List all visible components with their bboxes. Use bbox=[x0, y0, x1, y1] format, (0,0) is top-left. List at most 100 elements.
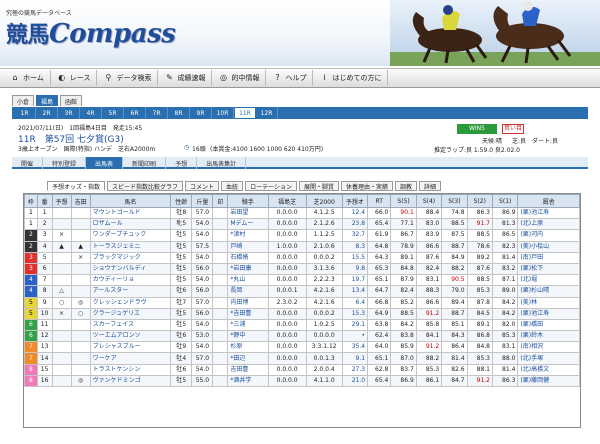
race-tab[interactable]: 8R bbox=[168, 107, 190, 119]
jockey-name[interactable]: 杉原 bbox=[227, 341, 269, 354]
view-tab[interactable]: 展開・脚質 bbox=[298, 181, 339, 191]
race-tab[interactable]: 4R bbox=[80, 107, 102, 119]
sub-tab[interactable]: 出馬表 bbox=[86, 157, 124, 169]
table-row[interactable]: 8 16 ◎ ヴァンケドミンゴ 牡5 55.0 *酒井学 0.0.0.0 4.1.1.0 21.0… bbox=[24, 374, 580, 388]
column-header[interactable]: 吉田 bbox=[70, 194, 91, 208]
jockey-name[interactable]: 石橋脩 bbox=[227, 251, 269, 264]
horse-name[interactable]: ブラックマジック bbox=[89, 251, 172, 264]
column-header[interactable]: S(4) bbox=[415, 194, 443, 208]
column-header[interactable]: S(2) bbox=[466, 194, 494, 208]
column-header[interactable]: 予想オ bbox=[341, 194, 369, 208]
horse-name[interactable]: ワーケア bbox=[89, 352, 172, 365]
column-header[interactable]: 番 bbox=[36, 194, 53, 208]
table-row[interactable]: 3 6 ショウナンバルディ 牡5 56.0 *岩田康 0.0.0.0 3.1.3.6 9.8 65… bbox=[24, 262, 580, 276]
nav-race[interactable]: ◐ レース bbox=[51, 70, 98, 86]
horse-name[interactable]: クレッシェンドラヴ bbox=[89, 296, 172, 309]
table-row[interactable]: 1 2 ロザムール 牝5 54.0 Mデムー 0.0.0.0 2.1.2.6 23.8 65.4 7… bbox=[24, 218, 580, 231]
trainer-name[interactable]: (南)戸田 bbox=[517, 251, 580, 264]
column-header[interactable]: 斤量 bbox=[191, 194, 214, 208]
trainer-name[interactable]: (北)堀 bbox=[517, 274, 580, 287]
column-header[interactable]: 枠 bbox=[24, 194, 38, 208]
horse-name[interactable]: ショウナンバルディ bbox=[89, 262, 172, 276]
jockey-name[interactable]: 吉田豊 bbox=[227, 363, 269, 376]
horse-name[interactable]: マウントゴールド bbox=[89, 206, 172, 220]
trainer-name[interactable]: (栗)池江寿 bbox=[517, 206, 580, 220]
race-tab[interactable]: 10R bbox=[212, 107, 234, 119]
table-row[interactable]: 7 13 ブレシャスブルー 牡9 54.0 杉原 0.0.0.0 3.3.1.12 35.4 64… bbox=[24, 341, 580, 354]
trainer-name[interactable]: (美)小桧山 bbox=[517, 240, 580, 253]
column-header[interactable]: 予想 bbox=[51, 194, 72, 208]
race-tab[interactable]: 7R bbox=[146, 107, 168, 119]
race-tab[interactable]: 1R bbox=[14, 107, 36, 119]
jockey-name[interactable]: *田辺 bbox=[227, 352, 269, 365]
view-tab[interactable]: ローテーション bbox=[245, 181, 297, 191]
race-tab[interactable]: 3R bbox=[58, 107, 80, 119]
trainer-name[interactable]: (北)高橋文 bbox=[517, 363, 580, 376]
jockey-name[interactable]: *丸山 bbox=[227, 274, 269, 287]
view-tab[interactable]: 血統 bbox=[221, 181, 244, 191]
horse-name[interactable]: ツーエムアロンソ bbox=[89, 330, 172, 343]
jockey-name[interactable]: *吉田豊 bbox=[227, 307, 269, 320]
nav-home[interactable]: ⌂ ホーム bbox=[4, 70, 51, 86]
jockey-name[interactable]: 内田博 bbox=[227, 296, 269, 309]
sub-tab[interactable]: 予想 bbox=[166, 157, 198, 169]
sub-tab[interactable]: 特別登録 bbox=[43, 157, 87, 169]
venue-tab[interactable]: 福島 bbox=[36, 95, 58, 106]
table-row[interactable]: 8 15 トラストケンシン 牡6 54.0 吉田豊 0.0.0.0 2.0.0.4 27.3 62… bbox=[24, 363, 580, 376]
column-header[interactable]: 芝2000 bbox=[305, 194, 343, 208]
column-header[interactable]: 印 bbox=[212, 194, 229, 208]
view-tab[interactable]: 休養理由・実績 bbox=[340, 181, 393, 191]
table-row[interactable]: 3 5 × ブラックマジック 牡5 54.0 石橋脩 0.0.0.0 0.0.0.2 15.5 64… bbox=[24, 251, 580, 264]
horse-name[interactable]: ブレシャスブルー bbox=[89, 341, 172, 354]
bet-button[interactable]: 買い目 bbox=[502, 124, 524, 134]
trainer-name[interactable]: (栗)鈴木 bbox=[517, 330, 580, 343]
view-tab[interactable]: スピード指数比較グラフ bbox=[107, 181, 184, 191]
table-row[interactable]: 6 11 スカーフェイス 牡5 54.0 *三浦 0.0.0.0 1.0.2.5 29.1 63.… bbox=[24, 318, 580, 332]
table-row[interactable]: 2 4 ▲ ▲ トーラスジェミニ 牡5 57.5 戸崎 1.0.0.0 2.1.0.6 8.3 64.… bbox=[24, 240, 580, 253]
view-tab[interactable]: 予想オッズ・指数 bbox=[47, 181, 106, 191]
table-row[interactable]: 5 10 × ○ クラージュゲリエ 牡5 56.0 *吉田豊 0.0.0.0 0.0.0.2 15.… bbox=[24, 307, 580, 320]
column-header[interactable]: 厩舎 bbox=[517, 194, 580, 208]
race-tab[interactable]: 11R bbox=[234, 107, 256, 119]
site-logo[interactable]: 競馬Compass bbox=[6, 17, 176, 49]
horse-name[interactable]: ロザムール bbox=[89, 218, 172, 231]
table-row[interactable]: 1 1 マウントゴールド 牡8 57.0 岩田望 0.0.0.0 4.1.2.5 12.4 66.… bbox=[24, 206, 580, 220]
nav-help[interactable]: ? ヘルプ bbox=[266, 70, 314, 86]
horse-name[interactable]: トーラスジェミニ bbox=[89, 240, 172, 253]
column-header[interactable]: 福島芝 bbox=[267, 194, 307, 208]
column-header[interactable]: 騎手 bbox=[227, 194, 269, 208]
column-header[interactable]: 馬名 bbox=[89, 194, 172, 208]
sub-tab[interactable]: 出馬表集計 bbox=[197, 157, 247, 169]
horse-name[interactable]: ヴァンケドミンゴ bbox=[89, 374, 172, 388]
trainer-name[interactable]: (北)手塚 bbox=[517, 352, 580, 365]
jockey-name[interactable]: *野中 bbox=[227, 330, 269, 343]
sub-tab[interactable]: 開催 bbox=[12, 157, 44, 169]
table-row[interactable]: 2 3 × ワンダープチュック 牡5 54.0 *津村 0.0.0.0 1.1.2.5 32.7 6… bbox=[24, 229, 580, 242]
trainer-name[interactable]: (北)上原 bbox=[517, 218, 580, 231]
jockey-name[interactable]: *岩田康 bbox=[227, 262, 269, 276]
nav-results[interactable]: ✎ 成績速報 bbox=[158, 70, 213, 86]
nav-hit-info[interactable]: ◎ 的中情報 bbox=[212, 70, 267, 86]
table-row[interactable]: 4 8 △ アールスター 牡6 56.0 長岡 0.0.0.1 4.2.1.6 13.4 64.7 8… bbox=[24, 285, 580, 298]
jockey-name[interactable]: *酒井学 bbox=[227, 374, 269, 388]
win5-button[interactable]: WIN5 bbox=[457, 124, 497, 134]
view-tab[interactable]: コメント bbox=[185, 181, 220, 191]
trainer-name[interactable]: (栗)藤岡健 bbox=[517, 374, 580, 388]
jockey-name[interactable]: *津村 bbox=[227, 229, 269, 242]
sub-tab[interactable]: 新聞印刷 bbox=[123, 157, 167, 169]
jockey-name[interactable]: 長岡 bbox=[227, 285, 269, 298]
trainer-name[interactable]: (栗)杉山晴 bbox=[517, 285, 580, 298]
column-header[interactable]: S(1) bbox=[491, 194, 519, 208]
nav-data-search[interactable]: ⚲ データ検索 bbox=[97, 70, 159, 86]
venue-tab[interactable]: 小倉 bbox=[12, 95, 34, 106]
jockey-name[interactable]: 岩田望 bbox=[227, 206, 269, 220]
horse-name[interactable]: カウディーリョ bbox=[89, 274, 172, 287]
view-tab[interactable]: 詳細 bbox=[419, 181, 442, 191]
table-row[interactable]: 7 14 ワーケア 牡4 57.0 *田辺 0.0.0.0 0.0.1.3 9.1 65.1 87.… bbox=[24, 352, 580, 365]
jockey-name[interactable]: Mデムー bbox=[227, 218, 269, 231]
horse-name[interactable]: トラストケンシン bbox=[89, 363, 172, 376]
race-tab[interactable]: 2R bbox=[36, 107, 58, 119]
horse-name[interactable]: クラージュゲリエ bbox=[89, 307, 172, 320]
table-row[interactable]: 6 12 ツーエムアロンソ 牡6 53.0 *野中 0.0.0.0 0.0.0.0 • 62.4 8… bbox=[24, 330, 580, 343]
trainer-name[interactable]: (美)林 bbox=[517, 296, 580, 309]
